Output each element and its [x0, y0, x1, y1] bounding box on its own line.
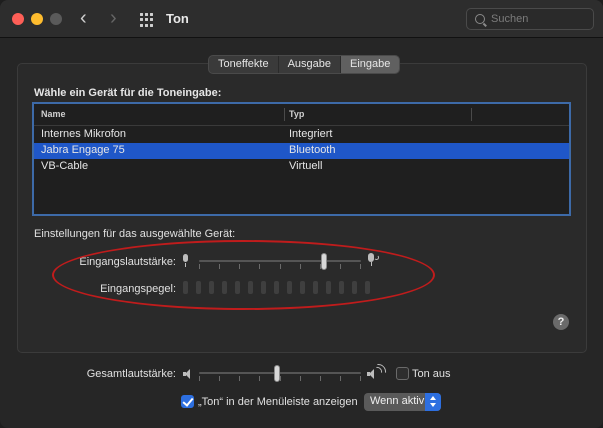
device-type: Virtuell [289, 160, 323, 172]
search-field[interactable]: Suchen [466, 8, 594, 30]
slider-tick [219, 376, 220, 381]
table-header: Name Typ [34, 104, 569, 126]
device-settings-heading: Einstellungen für das ausgewählte Gerät: [34, 228, 236, 240]
tab-toneffekte[interactable]: Toneffekte [209, 56, 278, 73]
red-ellipse-annotation [52, 240, 435, 310]
output-volume-slider[interactable] [199, 364, 361, 384]
show-in-menubar-checkbox[interactable] [181, 395, 194, 408]
output-volume-label: Gesamtlautstärke: [86, 368, 176, 380]
help-button[interactable]: ? [553, 314, 569, 330]
table-row[interactable]: VB-Cable Virtuell [34, 159, 569, 175]
table-row[interactable]: Internes Mikrofon Integriert [34, 127, 569, 143]
slider-tick [259, 376, 260, 381]
mute-checkbox[interactable] [396, 367, 409, 380]
slider-tick [280, 376, 281, 381]
search-placeholder: Suchen [491, 13, 529, 25]
slider-tick [360, 376, 361, 381]
slider-tick [239, 376, 240, 381]
device-name: Internes Mikrofon [41, 128, 126, 140]
search-icon [475, 14, 485, 24]
show-all-grid-icon[interactable] [140, 13, 154, 27]
speaker-wave-icon [361, 359, 391, 389]
chevron-up-down-icon [425, 393, 441, 411]
tab-bar: Toneffekte Ausgabe Eingabe [208, 55, 401, 74]
column-separator [284, 108, 285, 121]
title-bar: ‹ › Ton Suchen [0, 0, 603, 38]
column-header-name[interactable]: Name [41, 109, 66, 119]
slider-track [199, 372, 361, 374]
back-arrow-icon[interactable]: ‹ [80, 8, 87, 28]
device-type: Integriert [289, 128, 333, 140]
input-device-table[interactable]: Name Typ Internes Mikrofon Integriert Ja… [32, 102, 571, 216]
sound-preferences-window: ‹ › Ton Suchen Toneffekte Ausgabe Eingab… [0, 0, 603, 428]
column-header-type[interactable]: Typ [289, 109, 304, 119]
speaker-low-icon [183, 369, 192, 379]
slider-tick [320, 376, 321, 381]
mute-label: Ton aus [412, 368, 451, 380]
column-separator [471, 108, 472, 121]
slider-tick [340, 376, 341, 381]
show-in-menubar-label: „Ton“ in der Menüleiste anzeigen [198, 396, 358, 408]
popup-selected-value: Wenn aktiv [370, 395, 425, 407]
table-row-selected[interactable]: Jabra Engage 75 Bluetooth [34, 143, 569, 159]
menubar-visibility-popup[interactable]: Wenn aktiv [364, 393, 441, 411]
tab-ausgabe[interactable]: Ausgabe [277, 56, 340, 73]
slider-tick [199, 376, 200, 381]
slider-tick [300, 376, 301, 381]
forward-arrow-icon[interactable]: › [110, 8, 117, 28]
device-name: Jabra Engage 75 [41, 144, 125, 156]
tab-eingabe[interactable]: Eingabe [340, 56, 400, 73]
close-window-button[interactable] [12, 13, 24, 25]
device-type: Bluetooth [289, 144, 336, 156]
device-name: VB-Cable [41, 160, 89, 172]
zoom-window-button[interactable] [50, 13, 62, 25]
minimize-window-button[interactable] [31, 13, 43, 25]
window-title: Ton [166, 11, 189, 26]
device-list-heading: Wähle ein Gerät für die Toneingabe: [34, 87, 222, 99]
